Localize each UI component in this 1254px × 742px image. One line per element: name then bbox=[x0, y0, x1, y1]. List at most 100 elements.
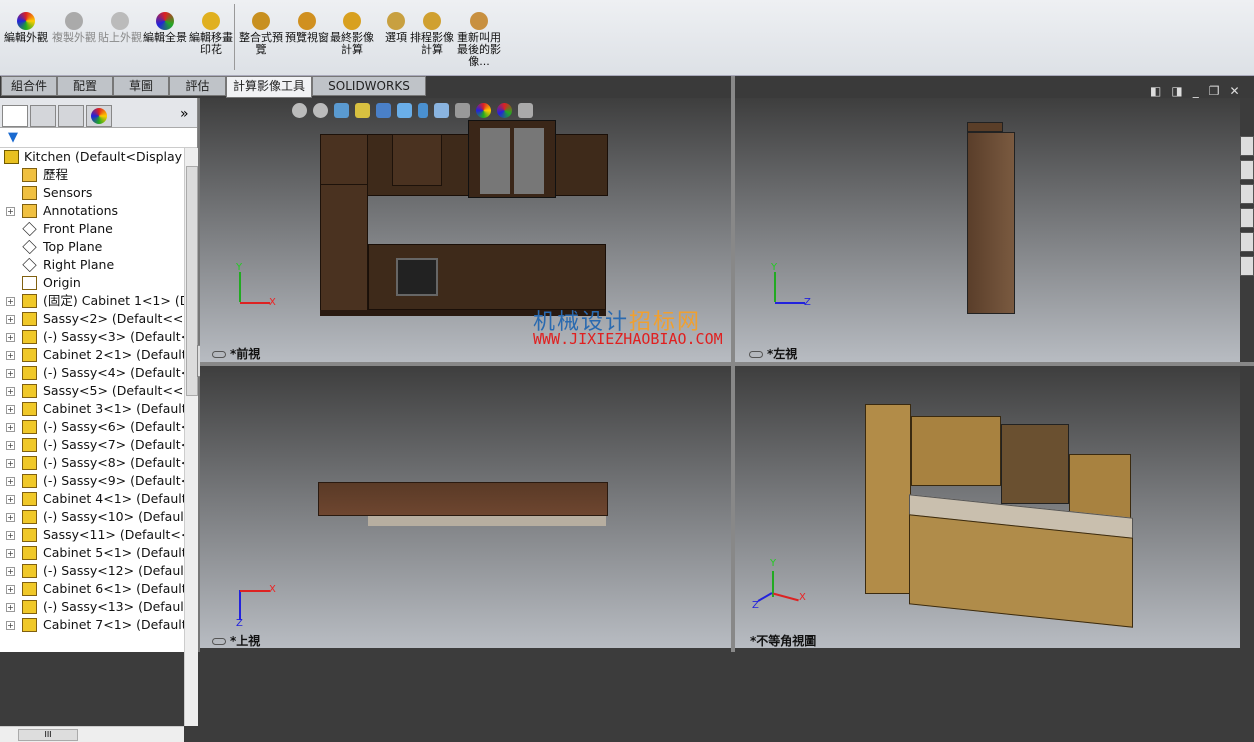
design-library-icon[interactable] bbox=[1240, 160, 1254, 180]
tree-item[interactable]: + (-) Sassy<4> (Default<<I bbox=[0, 364, 184, 382]
expand-icon[interactable]: + bbox=[6, 333, 15, 342]
link-views-icon[interactable] bbox=[212, 638, 226, 645]
view-orientation-icon[interactable] bbox=[376, 103, 391, 118]
ribbon-button-10[interactable]: 重新叫用最後的影像... bbox=[457, 12, 501, 68]
ribbon-button-2[interactable]: 貼上外觀 bbox=[98, 12, 142, 44]
tree-item[interactable]: + (-) Sassy<10> (Default<< bbox=[0, 508, 184, 526]
viewport-top[interactable] bbox=[200, 366, 731, 648]
view-palette-icon[interactable] bbox=[1240, 208, 1254, 228]
tree-item[interactable]: + (-) Sassy<13> (Default<< bbox=[0, 598, 184, 616]
view-settings-icon[interactable] bbox=[518, 103, 533, 118]
tree-item[interactable]: + Sassy<2> (Default<<Def bbox=[0, 310, 184, 328]
ribbon-button-9[interactable]: 排程影像計算 bbox=[410, 12, 454, 56]
viewport-left[interactable] bbox=[735, 98, 1240, 363]
expand-icon[interactable]: + bbox=[6, 603, 15, 612]
tree-item[interactable]: + (-) Sassy<6> (Default<<I bbox=[0, 418, 184, 436]
tree-item[interactable]: + Cabinet 5<1> (Default<< bbox=[0, 544, 184, 562]
expand-icon[interactable]: + bbox=[6, 549, 15, 558]
filter-icon[interactable]: ▼ bbox=[8, 130, 18, 145]
zoom-to-fit-icon[interactable] bbox=[292, 103, 307, 118]
appearances-scenes-icon[interactable] bbox=[1240, 232, 1254, 252]
previous-view-icon[interactable] bbox=[334, 103, 349, 118]
expand-icon[interactable]: + bbox=[6, 297, 15, 306]
ribbon-button-4[interactable]: 編輯移畫印花 bbox=[189, 12, 233, 56]
restore-icon[interactable]: ❐ bbox=[1209, 84, 1220, 98]
link-views-icon[interactable] bbox=[749, 351, 763, 358]
expand-icon[interactable]: + bbox=[6, 495, 15, 504]
file-explorer-icon[interactable] bbox=[1240, 184, 1254, 204]
tree-item[interactable]: + Cabinet 3<1> (Default<< bbox=[0, 400, 184, 418]
tab-5[interactable]: SOLIDWORKS MBD bbox=[312, 76, 426, 112]
expand-icon[interactable]: + bbox=[6, 585, 15, 594]
property-manager-tab-icon[interactable] bbox=[30, 105, 56, 127]
tree-item[interactable]: + Sassy<5> (Default<<Def bbox=[0, 382, 184, 400]
ribbon-button-1[interactable]: 複製外觀 bbox=[52, 12, 96, 44]
tree-item[interactable]: + Cabinet 7<1> (Default<< bbox=[0, 616, 184, 634]
hide-show-items-icon[interactable] bbox=[418, 103, 428, 118]
expand-icon[interactable]: + bbox=[6, 351, 15, 360]
tab-1[interactable]: 配置 bbox=[57, 76, 113, 96]
close-icon[interactable]: ✕ bbox=[1229, 84, 1239, 98]
expand-icon[interactable]: + bbox=[6, 621, 15, 630]
expand-icon[interactable]: + bbox=[6, 423, 15, 432]
tree-horizontal-scrollbar[interactable]: III bbox=[0, 726, 184, 742]
edit-appearance-view-icon[interactable] bbox=[434, 103, 449, 118]
ribbon-button-3[interactable]: 編輯全景 bbox=[143, 12, 187, 44]
tab-2[interactable]: 草圖 bbox=[113, 76, 169, 96]
section-view-icon[interactable] bbox=[355, 103, 370, 118]
display-manager-tab-icon[interactable] bbox=[86, 105, 112, 127]
tree-item[interactable]: + Cabinet 2<1> (Default<< bbox=[0, 346, 184, 364]
tab-0[interactable]: 組合件 bbox=[1, 76, 57, 96]
expand-icon[interactable]: + bbox=[6, 315, 15, 324]
tree-item[interactable]: + (-) Sassy<12> (Default<< bbox=[0, 562, 184, 580]
expand-icon[interactable]: + bbox=[6, 459, 15, 468]
tree-vertical-scrollbar[interactable] bbox=[184, 148, 198, 726]
scene-icon[interactable] bbox=[497, 103, 512, 118]
expand-icon[interactable]: + bbox=[6, 513, 15, 522]
zoom-to-area-icon[interactable] bbox=[313, 103, 328, 118]
tree-item[interactable]: + Sassy<11> (Default<<De bbox=[0, 526, 184, 544]
expand-icon[interactable]: + bbox=[6, 441, 15, 450]
viewport-isometric[interactable] bbox=[735, 366, 1240, 648]
tab-3[interactable]: 評估 bbox=[169, 76, 226, 96]
expand-icon[interactable]: + bbox=[6, 477, 15, 486]
tree-item[interactable]: + (-) Sassy<3> (Default<<I bbox=[0, 328, 184, 346]
apply-scene-icon[interactable] bbox=[455, 103, 470, 118]
custom-properties-icon[interactable] bbox=[1240, 256, 1254, 276]
link-views-icon[interactable] bbox=[212, 351, 226, 358]
tree-item[interactable]: + Cabinet 4<1> (Default<< bbox=[0, 490, 184, 508]
feature-tree-tab-icon[interactable] bbox=[2, 105, 28, 127]
tree-item[interactable]: Top Plane bbox=[0, 238, 184, 256]
display-style-icon[interactable] bbox=[397, 103, 412, 118]
tree-item[interactable]: + Annotations bbox=[0, 202, 184, 220]
solidworks-resources-icon[interactable] bbox=[1240, 136, 1254, 156]
expand-icon[interactable]: + bbox=[6, 405, 15, 414]
ribbon-button-5[interactable]: 整合式預覽 bbox=[239, 12, 283, 56]
tree-item[interactable]: + (-) Sassy<8> (Default<<I bbox=[0, 454, 184, 472]
expand-icon[interactable]: + bbox=[6, 567, 15, 576]
tree-item[interactable]: 歷程 bbox=[0, 166, 184, 184]
tree-item[interactable]: Origin bbox=[0, 274, 184, 292]
expand-icon[interactable]: + bbox=[6, 387, 15, 396]
tile-left-icon[interactable]: ◧ bbox=[1150, 84, 1161, 98]
configuration-manager-tab-icon[interactable] bbox=[58, 105, 84, 127]
appearance-icon[interactable] bbox=[476, 103, 491, 118]
tree-item[interactable]: Sensors bbox=[0, 184, 184, 202]
more-tabs-button[interactable]: » bbox=[180, 106, 189, 122]
tile-right-icon[interactable]: ◨ bbox=[1171, 84, 1182, 98]
tree-item[interactable]: Right Plane bbox=[0, 256, 184, 274]
tree-root[interactable]: Kitchen (Default<Display St bbox=[0, 148, 199, 166]
ribbon-button-0[interactable]: 編輯外觀 bbox=[4, 12, 48, 44]
ribbon-button-7[interactable]: 最終影像計算 bbox=[330, 12, 374, 56]
expand-icon[interactable]: + bbox=[6, 207, 15, 216]
minimize-icon[interactable]: _ bbox=[1193, 84, 1199, 98]
expand-icon[interactable]: + bbox=[6, 531, 15, 540]
tree-item[interactable]: + (-) Sassy<7> (Default<<I bbox=[0, 436, 184, 454]
tree-item[interactable]: + (-) Sassy<9> (Default<<I bbox=[0, 472, 184, 490]
tree-item[interactable]: + (固定) Cabinet 1<1> (Def bbox=[0, 292, 184, 310]
tree-item[interactable]: + Cabinet 6<1> (Default<< bbox=[0, 580, 184, 598]
ribbon-button-6[interactable]: 預覽視窗 bbox=[285, 12, 329, 44]
tree-item[interactable]: Front Plane bbox=[0, 220, 184, 238]
expand-icon[interactable]: + bbox=[6, 369, 15, 378]
tab-4[interactable]: 計算影像工具 bbox=[226, 76, 312, 98]
